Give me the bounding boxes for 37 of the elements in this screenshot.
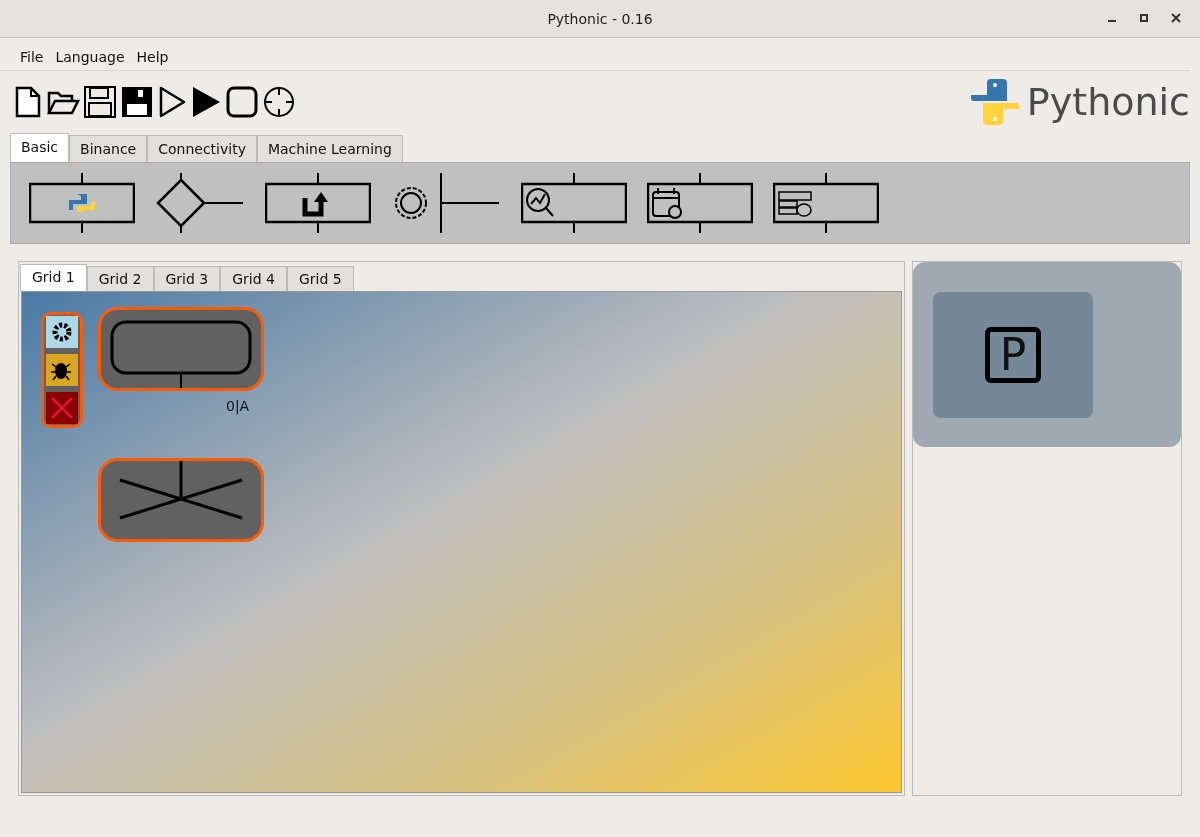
element-label: 0|A [226,398,250,414]
grid-tab[interactable]: Grid 5 [287,266,354,291]
database-element-icon[interactable] [773,172,879,234]
calendar-element-icon[interactable] [647,172,753,234]
grid-tab[interactable]: Grid 3 [153,266,221,291]
grid-tab[interactable]: Grid 4 [220,266,287,291]
parking-symbol: P [985,327,1041,383]
element-button[interactable]: P [933,292,1093,418]
crosshair-icon[interactable] [262,85,296,119]
grid-tab[interactable]: Grid 1 [20,264,87,291]
close-icon[interactable] [1170,12,1182,24]
start-element-node[interactable] [98,307,264,391]
maximize-icon[interactable] [1138,12,1150,24]
tab[interactable]: Binance [69,135,148,162]
window-title: Pythonic - 0.16 [547,10,653,27]
tab[interactable]: Basic [10,133,70,162]
grid-tab[interactable]: Grid 2 [86,266,154,291]
python-logo-icon [968,77,1021,127]
app-logo-text: Pythonic [1026,80,1190,124]
tab[interactable]: Machine Learning [256,135,403,162]
branch-element-icon[interactable] [155,172,245,234]
menu-item[interactable]: Language [55,49,125,70]
return-element-icon[interactable] [265,172,371,234]
python-element-icon[interactable] [29,172,135,234]
save-icon[interactable] [83,85,117,119]
menu-item[interactable]: File [20,49,44,70]
play-outline-icon[interactable] [157,85,187,119]
stop-icon[interactable] [225,85,259,119]
settings-icon[interactable] [46,316,78,348]
chart-search-element-icon[interactable] [521,172,627,234]
save-as-icon[interactable] [120,85,154,119]
tab[interactable]: Connectivity [147,135,257,162]
bug-icon[interactable] [46,354,78,386]
play-icon[interactable] [190,85,222,119]
menu-item[interactable]: Help [136,49,169,70]
new-file-icon[interactable] [13,85,43,119]
branch-element-node[interactable] [98,458,264,542]
